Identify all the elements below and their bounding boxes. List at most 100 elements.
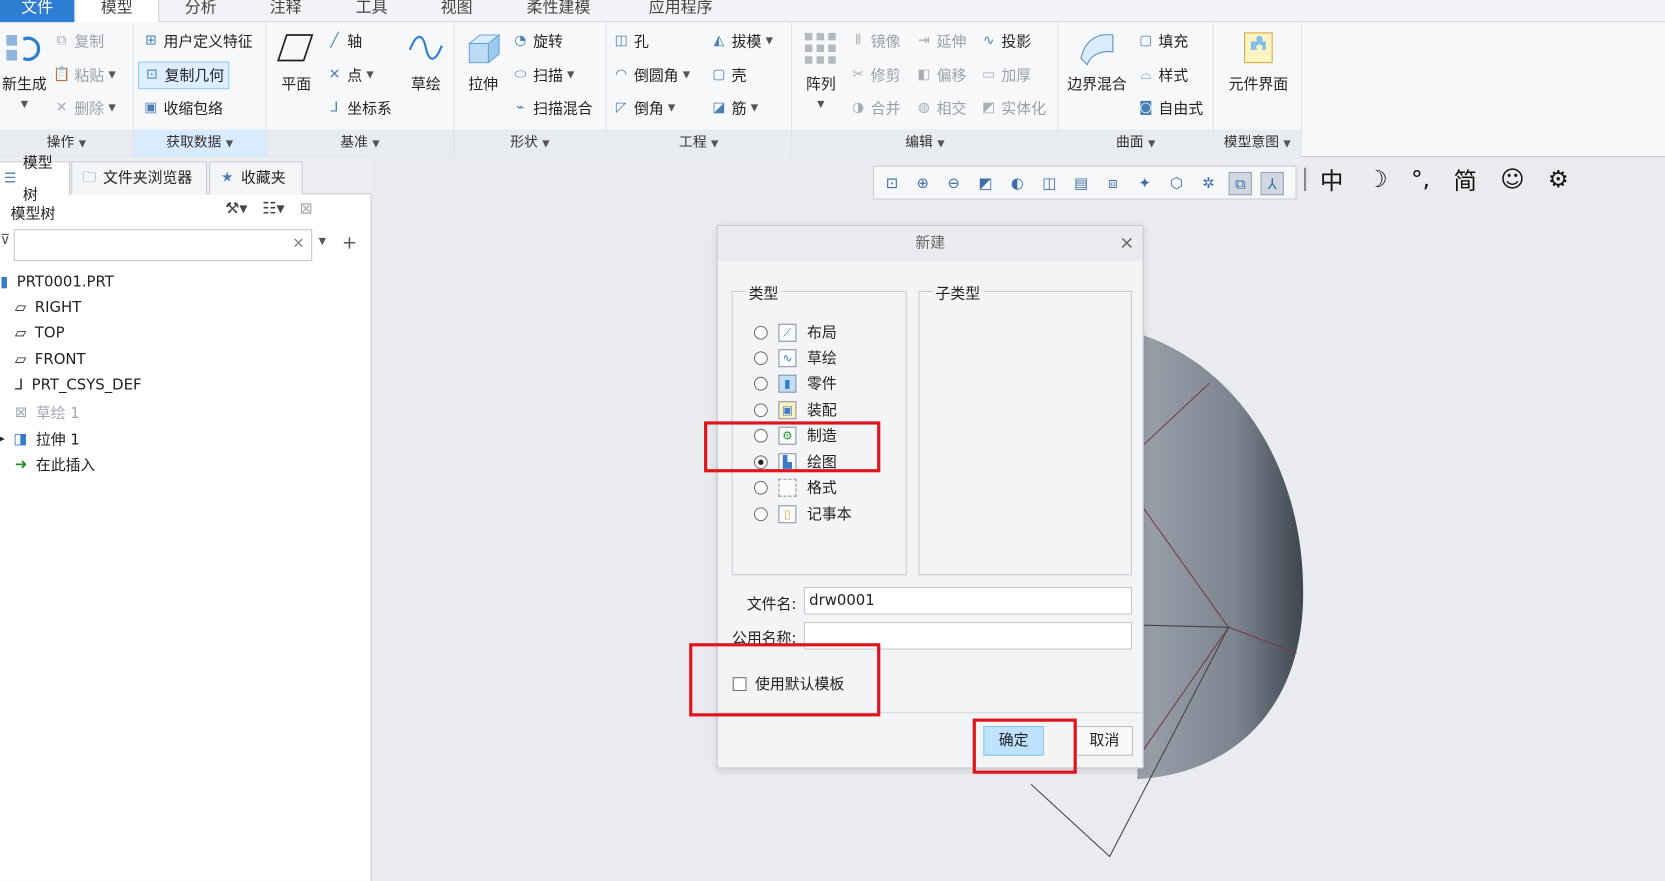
tree-item-right[interactable]: ▱ RIGHT [15, 299, 81, 316]
delete-button[interactable]: ✕ 删除 ▼ [53, 98, 116, 119]
point-button[interactable]: ✕ 点 ▼ [326, 65, 374, 86]
expand-icon[interactable]: ▸ [0, 434, 5, 445]
saved-orientations-icon[interactable]: ◫ [1037, 172, 1060, 195]
tab-file[interactable]: 文件 [0, 0, 75, 23]
tab-view[interactable]: 视图 [414, 0, 499, 22]
revolve-button[interactable]: ◔ 旋转 [512, 31, 562, 52]
shell-button[interactable]: ▢ 壳 [710, 65, 746, 86]
tab-flexible-modeling[interactable]: 柔性建模 [499, 0, 618, 22]
group-label-datum[interactable]: 基准 ▼ [266, 129, 454, 158]
regenerate-button[interactable]: 新生成 ▼ [0, 29, 49, 112]
view-manager-icon[interactable]: ▤ [1069, 172, 1092, 195]
search-dropdown-icon[interactable]: ▼ [319, 237, 326, 248]
tree-item-sketch[interactable]: ⊠ 草绘 1 [15, 402, 80, 423]
tree-item-csys[interactable]: ⅃ PRT_CSYS_DEF [15, 377, 142, 394]
rib-button[interactable]: ◪ 筋 ▼ [710, 98, 758, 119]
radio-sketch[interactable] [753, 350, 768, 365]
add-icon[interactable]: + [342, 232, 357, 253]
ime-chinese-mode[interactable]: 中 [1320, 162, 1343, 196]
spin-center-icon[interactable]: ✦ [1133, 172, 1156, 195]
radio-part[interactable] [753, 376, 768, 391]
copy-geometry-button[interactable]: ⊡ 复制几何 [138, 61, 230, 90]
tab-applications[interactable]: 应用程序 [618, 0, 743, 22]
filter-settings-icon[interactable]: ⊠ [299, 198, 312, 217]
ime-punctuation[interactable]: °, [1411, 166, 1430, 193]
radio-format[interactable] [753, 480, 768, 495]
zoom-in-icon[interactable]: ⊕ [911, 172, 934, 195]
ime-simplified[interactable]: 简 [1453, 162, 1476, 196]
tree-item-top[interactable]: ▱ TOP [15, 325, 65, 342]
copy-button[interactable]: ⧉ 复制 [53, 31, 104, 52]
project-button[interactable]: ∿ 投影 [980, 31, 1031, 52]
ime-emoji-icon[interactable]: ☺ [1500, 166, 1524, 193]
swept-blend-button[interactable]: ⌁ 扫描混合 [512, 98, 592, 119]
paste-button[interactable]: 📋 粘贴 ▼ [53, 65, 116, 86]
radio-assembly[interactable] [753, 402, 768, 417]
shrinkwrap-button[interactable]: ▣ 收缩包络 [142, 98, 223, 119]
tab-model[interactable]: 模型 [74, 0, 160, 24]
type-option-format[interactable]: 格式 [753, 477, 837, 498]
extrude-button[interactable]: 拉伸 [459, 29, 508, 95]
plane-button[interactable]: 平面 [273, 29, 320, 95]
draft-button[interactable]: ◭ 拔模 ▼ [710, 31, 773, 52]
trim-button[interactable]: ✂ 修剪 [850, 65, 900, 86]
annotation-display-icon[interactable]: ⬡ [1165, 172, 1188, 195]
display-style-icon[interactable]: ◐ [1006, 172, 1029, 195]
repaint-icon[interactable]: ◩ [974, 172, 997, 195]
tree-item-part[interactable]: ▮ PRT0001.PRT [0, 274, 114, 291]
group-label-editing[interactable]: 编辑 ▼ [792, 129, 1058, 158]
tree-item-insert-here[interactable]: ➜ 在此插入 [15, 454, 95, 475]
fill-button[interactable]: ▢ 填充 [1137, 31, 1188, 52]
freestyle-button[interactable]: ◙ 自由式 [1137, 98, 1203, 119]
type-option-notebook[interactable]: ▯ 记事本 [753, 503, 852, 524]
group-label-engineering[interactable]: 工程 ▼ [606, 129, 792, 158]
extend-button[interactable]: ⇥ 延伸 [915, 31, 966, 52]
group-label-get-data[interactable]: 获取数据 ▼ [133, 129, 266, 158]
chamfer-button[interactable]: ◸ 倒角 ▼ [613, 98, 675, 119]
sketch-button[interactable]: 草绘 [402, 29, 449, 95]
solidify-button[interactable]: ◩ 实体化 [980, 98, 1046, 119]
round-button[interactable]: ◠ 倒圆角 ▼ [613, 65, 690, 86]
tree-search-input[interactable]: × [13, 229, 313, 262]
tab-favorites[interactable]: ★ 收藏夹 [209, 161, 303, 195]
merge-button[interactable]: ◑ 合并 [850, 98, 900, 119]
tab-model-tree[interactable]: ☰ 模型树 [0, 154, 71, 203]
ime-moon-icon[interactable]: ☽ [1367, 166, 1388, 193]
group-label-operations[interactable]: 操作 ▼ [0, 129, 133, 158]
group-label-shapes[interactable]: 形状 ▼ [454, 129, 606, 158]
close-icon[interactable]: × [1119, 232, 1134, 253]
radio-notebook[interactable] [753, 506, 768, 521]
csys-button[interactable]: ⅃ 坐标系 [326, 98, 392, 119]
tab-folder-browser[interactable]: 🗀 文件夹浏览器 [71, 161, 208, 195]
tab-analysis[interactable]: 分析 [159, 0, 242, 22]
perspective-icon[interactable]: ⧈ [1101, 172, 1124, 195]
offset-button[interactable]: ◧ 偏移 [915, 65, 966, 86]
plane-display-icon[interactable]: ⧉ [1228, 171, 1252, 196]
tab-tools[interactable]: 工具 [329, 0, 414, 22]
style-button[interactable]: ⌓ 样式 [1137, 65, 1188, 86]
component-interface-button[interactable]: 元件界面 [1220, 29, 1296, 95]
tree-item-extrude[interactable]: ▸ ◨ 拉伸 1 [0, 429, 80, 450]
intersect-button[interactable]: ◍ 相交 [915, 98, 966, 119]
boundary-blend-button[interactable]: 边界混合 [1063, 29, 1131, 95]
radio-layout[interactable] [753, 325, 768, 340]
ime-settings-icon[interactable]: ⚙ [1548, 166, 1569, 193]
udf-button[interactable]: ⊞ 用户定义特征 [142, 31, 253, 52]
filename-input[interactable] [803, 586, 1132, 615]
zoom-out-icon[interactable]: ⊖ [942, 172, 965, 195]
tools-icon[interactable]: ⚒▾ [225, 198, 247, 217]
datum-display-icon[interactable]: ✲ [1197, 172, 1220, 195]
group-label-surfaces[interactable]: 曲面 ▼ [1058, 129, 1213, 158]
hole-button[interactable]: ◫ 孔 [613, 31, 649, 52]
group-label-model-intent[interactable]: 模型意图 ▼ [1213, 129, 1301, 158]
thicken-button[interactable]: ▭ 加厚 [980, 65, 1031, 86]
show-icon[interactable]: ☷▾ [262, 198, 284, 217]
csys-display-icon[interactable]: ⅄ [1260, 171, 1284, 196]
type-option-sketch[interactable]: ∿ 草绘 [753, 347, 837, 368]
refit-icon[interactable]: ⊡ [880, 172, 903, 195]
type-option-assembly[interactable]: ▣ 装配 [753, 399, 837, 420]
type-option-layout[interactable]: ⟋ 布局 [753, 322, 837, 343]
tab-annotate[interactable]: 注释 [242, 0, 329, 22]
clear-icon[interactable]: × [292, 235, 304, 252]
type-option-part[interactable]: ▮ 零件 [753, 373, 837, 394]
